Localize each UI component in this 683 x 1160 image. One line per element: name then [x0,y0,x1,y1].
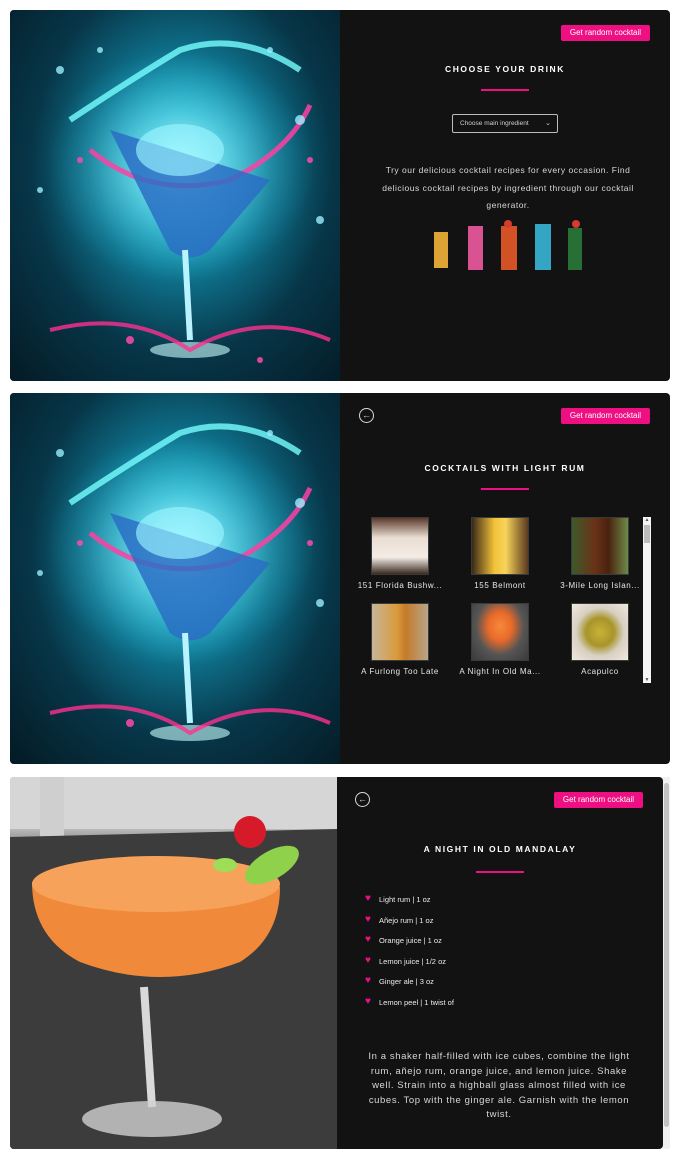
scrollbar-thumb[interactable] [664,783,669,1127]
cocktail-card[interactable]: A Furlong Too Late [352,603,448,676]
cocktail-title: A NIGHT IN OLD MANDALAY [423,844,577,854]
ingredient-text: Lemon juice | 1/2 oz [379,956,446,966]
cocktail-card[interactable]: A Night In Old Ma... [452,603,548,676]
instructions-text: In a shaker half-filled with ice cubes, … [368,1051,630,1121]
cocktail-coupe-illustration [10,777,337,1149]
detail-scrollbar[interactable] [663,777,670,1149]
scroll-up-icon[interactable]: ▲ [643,517,651,523]
martini-splash-illustration [30,423,331,741]
scroll-down-icon[interactable]: ▼ [643,677,651,683]
intro-text: Try our delicious cocktail recipes for e… [382,165,634,210]
ingredient-text: Lemon peel | 1 twist of [379,997,454,1007]
cocktail-thumbnail [371,603,429,661]
cocktail-name: 3-Mile Long Islan... [560,581,640,590]
random-cocktail-button[interactable]: Get random cocktail [561,408,650,424]
back-arrow-icon[interactable]: ← [359,408,374,423]
random-cocktail-button[interactable]: Get random cocktail [561,25,650,41]
ingredient-text: Añejo rum | 1 oz [379,915,434,925]
cocktail-card[interactable]: 155 Belmont [452,517,548,590]
heart-icon: ♥ [365,913,371,925]
ingredient-text: Orange juice | 1 oz [379,936,442,945]
cocktail-thumbnail [571,517,629,575]
cocktail-thumbnail [571,603,629,661]
cocktail-card[interactable]: Acapulco [552,603,648,676]
cocktail-name: A Night In Old Ma... [459,667,541,676]
cocktail-name: A Furlong Too Late [361,667,439,676]
title-underline [481,89,529,91]
scrollbar-thumb[interactable] [644,525,650,543]
title-underline [476,871,524,873]
cocktail-thumbnail [371,517,429,575]
cocktail-thumbnail [471,517,529,575]
ingredient-select-value: Choose main ingredient [460,120,529,127]
home-panel: Get random cocktail CHOOSE YOUR DRINK Ch… [10,10,670,381]
ingredient-list: ♥ Light rum | 1 oz ♥ Añejo rum | 1 oz ♥ Ora… [365,893,454,1018]
heart-icon: ♥ [365,954,371,966]
cocktail-detail-panel: ← Get random cocktail A NIGHT IN OLD MAN… [10,777,663,1149]
heart-icon: ♥ [365,975,371,986]
back-arrow-icon[interactable]: ← [355,792,370,807]
page-title: COCKTAILS WITH LIGHT RUM [424,463,586,473]
random-cocktail-button[interactable]: Get random cocktail [554,792,643,808]
cocktail-thumbnail [471,603,529,661]
cocktail-glasses-illustration [434,220,582,270]
list-content: ← Get random cocktail COCKTAILS WITH LIG… [340,393,670,764]
cocktail-list-panel: ← Get random cocktail COCKTAILS WITH LIG… [10,393,670,764]
page-title: CHOOSE YOUR DRINK [444,64,566,74]
ingredient-select[interactable]: Choose main ingredient ⌄ [452,114,558,133]
hero-cocktail-image [10,10,340,381]
cocktail-name: 155 Belmont [474,581,526,590]
ingredient-item: ♥ Lemon juice | 1/2 oz [365,954,454,977]
heart-icon: ♥ [365,995,371,1007]
ingredient-text: Ginger ale | 3 oz [379,977,434,986]
cocktail-grid-scrollbar[interactable]: ▲ ▼ [643,517,651,683]
chevron-down-icon: ⌄ [545,120,551,127]
title-underline [481,488,529,490]
cocktail-photo [10,777,337,1149]
home-content: Get random cocktail CHOOSE YOUR DRINK Ch… [340,10,670,381]
cocktail-name: Acapulco [581,667,619,676]
ingredient-item: ♥ Light rum | 1 oz [365,893,454,915]
cocktail-card[interactable]: 151 Florida Bushw... [352,517,448,590]
hero-cocktail-image [10,393,340,764]
cocktail-card[interactable]: 3-Mile Long Islan... [552,517,648,590]
cocktail-name: 151 Florida Bushw... [357,581,443,590]
heart-icon: ♥ [365,893,371,904]
heart-icon: ♥ [365,934,371,945]
ingredient-item: ♥ Lemon peel | 1 twist of [365,995,454,1018]
ingredient-text: Light rum | 1 oz [379,895,431,904]
ingredient-item: ♥ Orange juice | 1 oz [365,934,454,956]
cocktail-grid: 151 Florida Bushw... 155 Belmont 3-Mile … [352,515,648,687]
detail-content: ← Get random cocktail A NIGHT IN OLD MAN… [337,777,663,1149]
ingredient-item: ♥ Ginger ale | 3 oz [365,975,454,997]
ingredient-item: ♥ Añejo rum | 1 oz [365,913,454,936]
martini-splash-illustration [30,40,331,363]
